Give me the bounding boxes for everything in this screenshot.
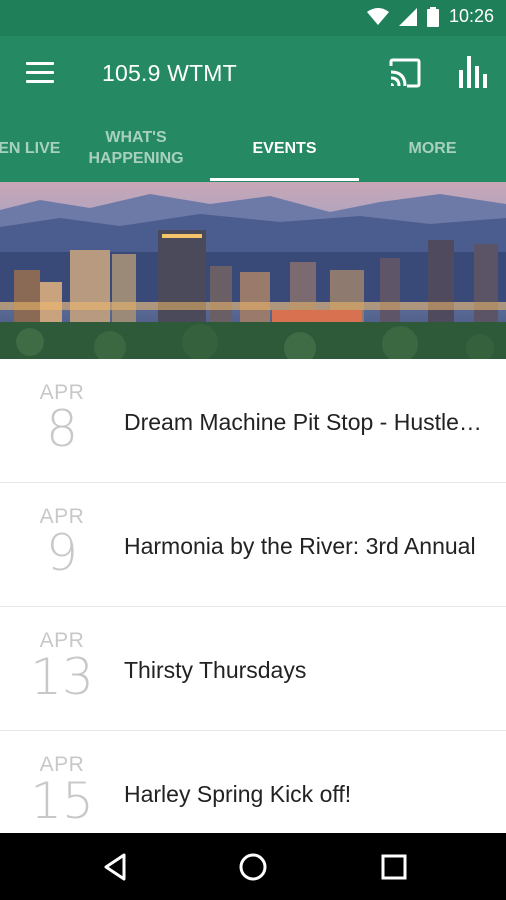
tab-more[interactable]: MORE [359,114,506,182]
event-title: Harmonia by the River: 3rd Annual [124,533,476,559]
event-day: 15 [30,772,94,830]
event-day: 13 [30,648,94,706]
event-row[interactable]: APR 9 Harmonia by the River: 3rd Annual [0,483,506,607]
event-title: Thirsty Thursdays [124,657,307,683]
recents-icon[interactable] [377,851,411,883]
app-title: 105.9 WTMT [102,60,237,86]
wifi-icon [366,7,389,25]
event-day: 8 [46,400,78,458]
status-time: 10:26 [448,6,494,26]
tab-bar: LISTEN LIVE WHAT'S HAPPENING EVENTS MORE [0,114,506,182]
event-row[interactable]: APR 13 Thirsty Thursdays [0,607,506,731]
event-title: Dream Machine Pit Stop - Hustle Inn [124,409,484,435]
tab-indicator [210,178,359,181]
battery-icon [426,6,439,27]
event-list: APR 8 Dream Machine Pit Stop - Hustle In… [0,359,506,833]
event-day: 9 [46,524,78,582]
event-row[interactable]: APR 8 Dream Machine Pit Stop - Hustle In… [0,359,506,483]
event-title: Harley Spring Kick off! [124,781,352,807]
tab-events[interactable]: EVENTS [210,114,359,182]
city-skyline-image [0,182,506,359]
home-icon[interactable] [236,851,270,883]
tab-whats-happening[interactable]: WHAT'S HAPPENING [62,114,210,182]
status-icons: 10:26 [366,6,494,27]
equalizer-icon[interactable] [458,56,488,88]
back-icon[interactable] [98,851,132,883]
status-bar: 10:26 [0,0,506,36]
event-row[interactable]: APR 15 Harley Spring Kick off! [0,731,506,833]
menu-icon[interactable] [26,62,54,86]
system-nav-bar [0,833,506,900]
cast-icon[interactable] [388,58,422,88]
app-bar: 105.9 WTMT [0,36,506,114]
signal-icon [398,7,417,26]
